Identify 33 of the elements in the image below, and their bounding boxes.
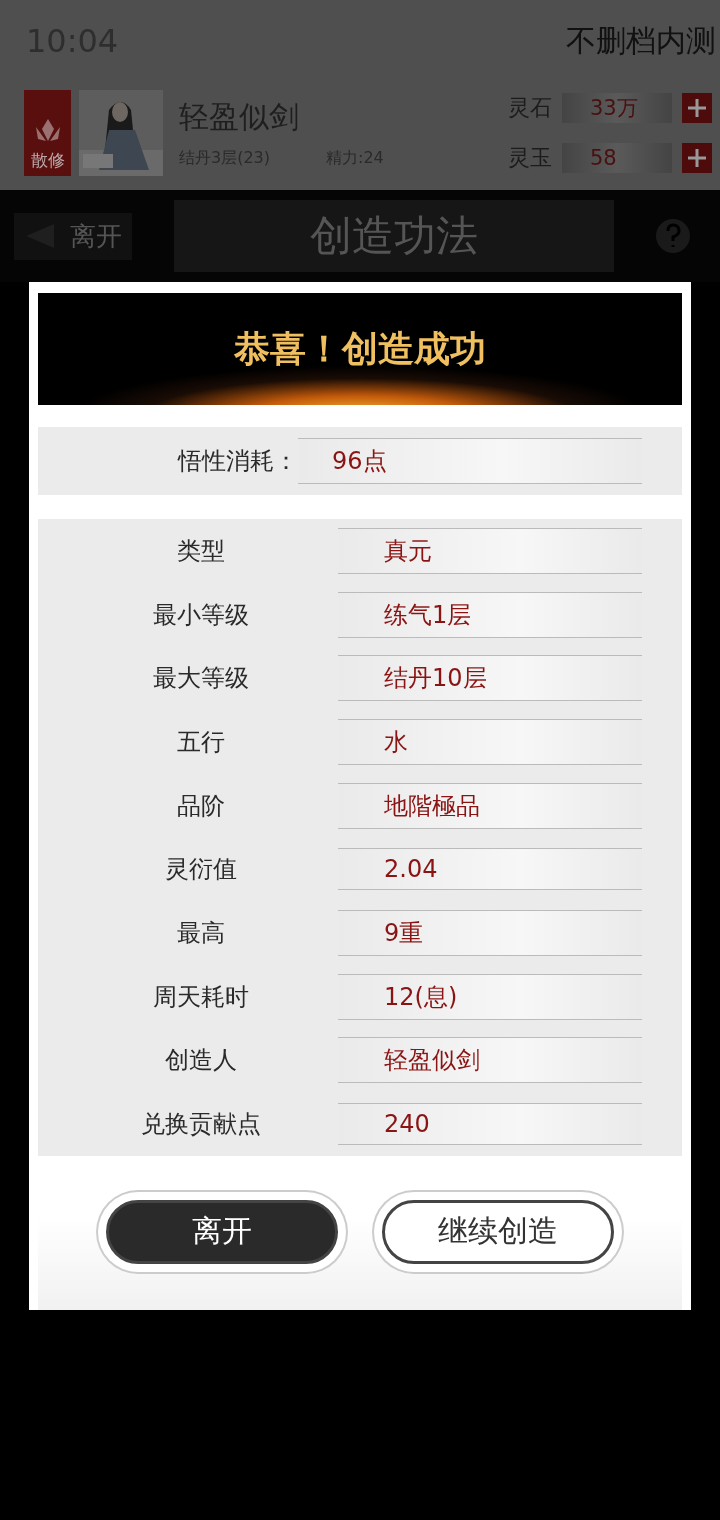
cost-value: 96点 — [298, 438, 642, 484]
currency-value: 33万 — [562, 93, 672, 123]
attribute-label: 兑换贡献点 — [140, 1109, 262, 1141]
cost-label: 悟性消耗： — [176, 446, 298, 477]
attribute-label: 灵衍值 — [164, 854, 238, 886]
attribute-value: 水 — [338, 718, 642, 765]
attribute-value: 2.04 — [338, 848, 642, 891]
attribute-label: 最小等级 — [152, 599, 250, 631]
attribute-value: 地階極品 — [338, 782, 642, 829]
attribute-label: 周天耗时 — [152, 981, 250, 1013]
plus-icon — [687, 98, 707, 118]
server-name: 不删档内测 — [566, 21, 716, 60]
page-title: 创造功法 — [174, 200, 614, 272]
attribute-label: 类型 — [176, 535, 226, 567]
attribute-value: 真元 — [338, 527, 642, 574]
add-button[interactable] — [682, 143, 712, 173]
attribute-value: 练气1层 — [338, 591, 642, 638]
plus-icon — [687, 148, 707, 168]
attribute-label: 最高 — [176, 917, 226, 949]
banner: 恭喜！创造成功 — [38, 293, 682, 405]
attribute-value: 轻盈似剑 — [338, 1037, 642, 1084]
attribute-label: 创造人 — [164, 1045, 238, 1077]
attribute-value: 结丹10层 — [338, 655, 642, 702]
attribute-value: 9重 — [338, 909, 642, 956]
sect-badge: 散修 — [24, 90, 71, 176]
attribute-value: 240 — [338, 1103, 642, 1146]
attribute-label: 最大等级 — [152, 663, 250, 695]
lotus-icon — [33, 117, 62, 143]
attribute-label: 五行 — [176, 726, 226, 758]
attribute-label: 品阶 — [176, 790, 226, 822]
add-button[interactable] — [682, 93, 712, 123]
currency-value: 58 — [562, 143, 672, 173]
attribute-value: 12(息) — [338, 973, 642, 1020]
